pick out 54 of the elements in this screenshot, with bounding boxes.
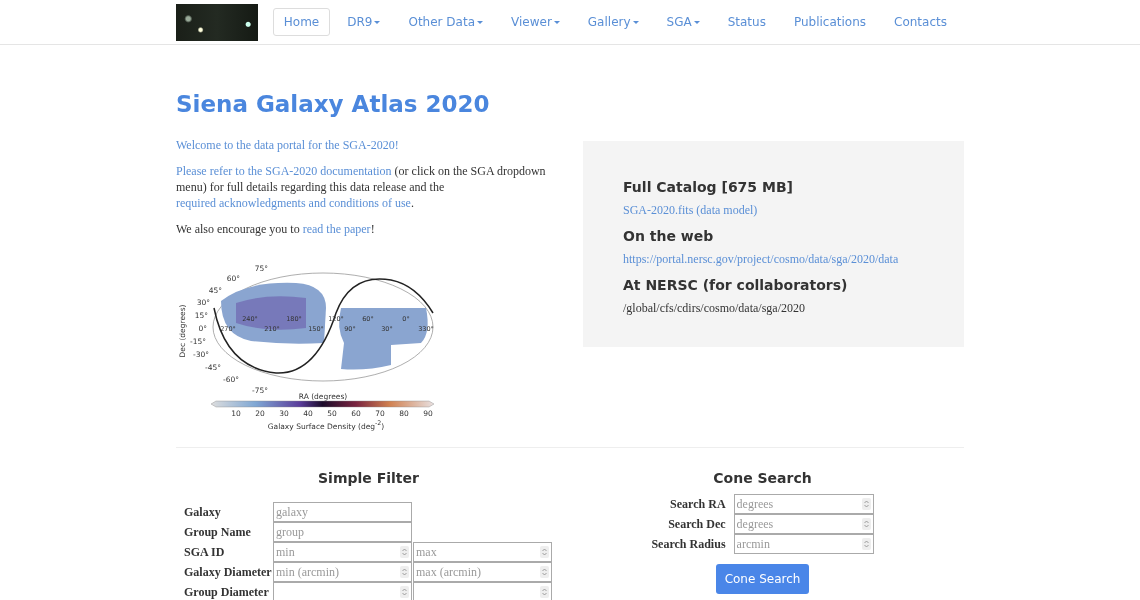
- input-field[interactable]: galaxy: [273, 502, 412, 522]
- field-label: Search RA: [669, 496, 726, 512]
- input-field[interactable]: max: [413, 542, 552, 562]
- spinner-icon[interactable]: [540, 566, 549, 578]
- field-label: Search Radius: [651, 536, 726, 552]
- input-field[interactable]: group: [273, 522, 412, 542]
- spinner-icon[interactable]: [400, 586, 409, 598]
- nav-link[interactable]: Other Data: [397, 8, 494, 36]
- file-path: /global/cfs/cdirs/cosmo/data/sga/2020: [623, 301, 806, 316]
- spinner-icon[interactable]: [400, 566, 409, 578]
- field-label: Search Dec: [667, 516, 726, 532]
- download-link[interactable]: SGA-2020.fits (data model): [623, 203, 924, 218]
- nav-link[interactable]: Publications: [782, 8, 878, 36]
- logo-photo[interactable]: [176, 3, 258, 41]
- text-link[interactable]: read the paper: [302, 222, 371, 236]
- input-field[interactable]: [273, 582, 412, 600]
- spinner-icon[interactable]: [540, 546, 549, 558]
- input-field[interactable]: min: [273, 542, 412, 562]
- input-field[interactable]: arcmin: [733, 534, 874, 554]
- spinner-icon[interactable]: [400, 546, 409, 558]
- nav-link[interactable]: Status: [716, 8, 777, 36]
- text-link[interactable]: Welcome to the data portal for the SGA-2020!: [176, 138, 399, 152]
- input-field[interactable]: degrees: [733, 494, 874, 514]
- text-link[interactable]: Please refer to the SGA-2020 documentation: [176, 164, 392, 178]
- nav-link[interactable]: Viewer: [500, 8, 571, 36]
- field-label: SGA ID: [183, 544, 226, 560]
- nav-link[interactable]: Home: [272, 8, 331, 36]
- section-heading: Full Catalog [675 MB]: [623, 179, 794, 195]
- input-field[interactable]: [413, 582, 552, 600]
- spinner-icon[interactable]: [861, 518, 871, 530]
- field-label: Galaxy Diameter: [183, 564, 273, 580]
- field-label: Group Name: [183, 524, 252, 540]
- section-heading: On the web: [623, 228, 715, 244]
- section-heading: Cone Search: [713, 470, 812, 486]
- page-title: Siena Galaxy Atlas 2020: [176, 91, 491, 117]
- input-field[interactable]: min (arcmin): [273, 562, 412, 582]
- input-field[interactable]: max (arcmin): [413, 562, 552, 582]
- spinner-icon[interactable]: [540, 586, 549, 598]
- spinner-icon[interactable]: [861, 538, 871, 550]
- text-link[interactable]: required acknowledgments and conditions of use: [176, 196, 411, 210]
- nav-link[interactable]: Contacts: [883, 8, 958, 36]
- cone-search-button[interactable]: Cone Search: [715, 564, 810, 594]
- spinner-icon[interactable]: [861, 498, 871, 510]
- field-label: Galaxy: [183, 504, 222, 520]
- field-label: Group Diameter: [183, 584, 270, 600]
- intro-paragraph: Please refer to the SGA-2020 documentation (or click on the SGA dropdown menu) for full details regarding this data release and the required acknowledgments and conditions of use.: [176, 163, 547, 211]
- nav-link[interactable]: DR9: [336, 8, 392, 36]
- download-link[interactable]: https://portal.nersc.gov/project/cosmo/data/sga/2020/data: [623, 252, 924, 267]
- input-field[interactable]: degrees: [733, 514, 874, 534]
- section-heading: Simple Filter: [317, 470, 420, 486]
- intro-paragraph: We also encourage you to read the paper!: [176, 221, 376, 237]
- nav-link[interactable]: SGA: [655, 8, 711, 36]
- section-heading: At NERSC (for collaborators): [623, 277, 849, 293]
- nav-link[interactable]: Gallery: [576, 8, 650, 36]
